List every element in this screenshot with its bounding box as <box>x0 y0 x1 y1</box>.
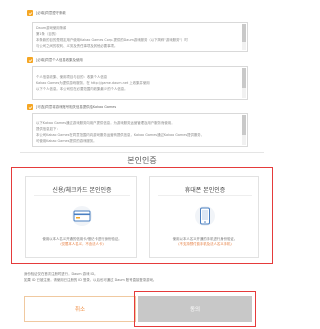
divider <box>34 195 130 196</box>
confirm-button-label: 동의 <box>189 307 201 313</box>
terms-line: 以下Kakao Games通过游戏服务向用户提供信息，为游戏服务运营管理及用户服… <box>36 121 175 125</box>
terms-line: Daum游戏使用条款 <box>36 26 67 30</box>
terms-line: 以下个人信息。本公司仅在必要范围内收集最少的个人信息。 <box>36 87 128 91</box>
check-icon <box>28 105 32 109</box>
terms-line: 提供信息如下： <box>36 127 60 131</box>
terms-text-box[interactable]: 个人信息收集、使用项目与目的：收集个人信息 Kakao Games为提供游戏服务… <box>32 66 248 100</box>
cancel-button-label: 취소 <box>74 307 86 313</box>
divider <box>158 195 252 196</box>
scrollbar[interactable] <box>242 68 246 98</box>
check-icon <box>28 58 32 62</box>
cancel-button[interactable]: 취소 <box>24 296 136 322</box>
check-icon <box>28 11 32 15</box>
phone-verification-option[interactable]: 휴대폰 본인인증 使用以本人名义开通的手机进行身份验证。 (不支持预付费手机及法… <box>149 176 259 258</box>
phone-option-desc: 使用以本人名义开通的手机进行身份验证。 <box>172 237 238 241</box>
terms-line: 可使用Kakao Games提供的游戏服务。 <box>36 139 97 143</box>
card-verification-option[interactable]: 신용/체크카드 본인인증 使用以本人名义开通的信用卡/借记卡进行身份验证。 (仅… <box>25 176 137 258</box>
terms-line: 本条款的目的是规定用户使用Kakao Games Corp.提供的Daum游戏服… <box>36 38 188 42</box>
terms-line: 与公司之间的权利、义务及责任事项及其他必要事项。 <box>36 44 118 48</box>
terms-line: 本公司Kakao Games在同意范围内向游戏服务运营商提供信息，Kakao G… <box>36 133 205 137</box>
phone-option-title: 휴대폰 본인인증 <box>184 187 226 194</box>
footer-note-line: 如果 ID 已被注册，请使用已注册的 ID 登录，以后也可通过 Daum 账号直… <box>24 278 157 282</box>
terms-line: Kakao Games为提供游戏服务，在 http://game.daum.ne… <box>36 81 150 85</box>
phone-option-note: (不支持预付费手机及法人名义手机) <box>178 242 232 246</box>
terms-line: 第1条（目的） <box>36 32 59 36</box>
terms-checkbox-label: [可选]同意将游戏账号相关信息提供给Kakao Games <box>36 105 117 109</box>
verification-title: 본인인증 <box>127 156 157 165</box>
card-option-title: 신용/체크카드 본인인증 <box>52 187 112 194</box>
terms-text-box[interactable]: Daum游戏使用条款 第1条（目的） 本条款的目的是规定用户使用Kakao Ga… <box>32 22 248 52</box>
terms-text-box[interactable]: 以下Kakao Games通过游戏服务向用户提供信息，为游戏服务运营管理及用户服… <box>32 113 248 147</box>
terms-checkbox-2[interactable] <box>27 57 33 63</box>
scrollbar[interactable] <box>242 115 246 145</box>
credit-card-icon <box>67 206 97 230</box>
card-option-note: (仅限本人名义，不含法人卡) <box>60 242 104 246</box>
footer-note-line: 身份验证仅在首次注册时进行，Daum 游戏 ID。 <box>24 272 98 276</box>
terms-checkbox-1[interactable] <box>27 10 33 16</box>
terms-checkbox-3[interactable] <box>27 104 33 110</box>
mobile-phone-icon <box>190 205 220 231</box>
terms-checkbox-label: [必填]同意遵守条款 <box>36 11 66 15</box>
confirm-button[interactable]: 동의 <box>138 296 252 322</box>
terms-checkbox-label: [必填]同意个人信息收集及使用 <box>36 58 83 62</box>
section-divider <box>20 152 264 153</box>
card-option-desc: 使用以本人名义开通的信用卡/借记卡进行身份验证。 <box>42 237 122 241</box>
terms-line: 个人信息收集、使用项目与目的：收集个人信息 <box>36 75 108 79</box>
scrollbar[interactable] <box>242 24 246 50</box>
